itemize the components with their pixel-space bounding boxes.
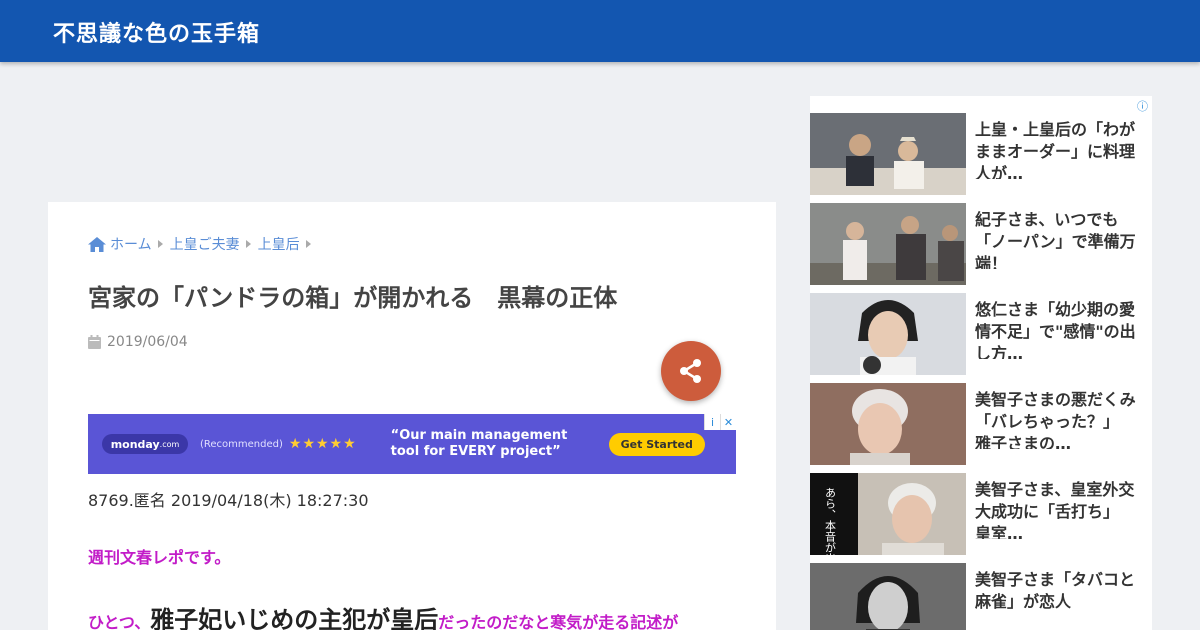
ad-controls: i ✕	[704, 414, 736, 430]
ad-headline: “Our main management tool for EVERY proj…	[390, 428, 568, 459]
recommendation-title: 美智子さま、皇室外交大成功に「舌打ち」 皇室…	[975, 480, 1135, 539]
breadcrumb-category[interactable]: 上皇ご夫妻	[170, 234, 240, 254]
recommendation-thumbnail	[810, 563, 966, 630]
comment-prefix: ひとつ、	[88, 613, 151, 630]
recommendation-thumbnail	[810, 293, 966, 375]
calendar-icon	[88, 335, 101, 349]
rating-stars-icon: ★★★★★	[288, 436, 357, 452]
ad-brand: monday	[110, 437, 160, 451]
comment-emphasis: 雅子妃いじめの主犯が皇后	[150, 606, 439, 630]
recommendation-item[interactable]: あら、本音が出ちゃったわ 美智子さま、皇室外交大成功に「舌打ち」 皇室…	[810, 473, 1152, 555]
comment-line: ひとつ、雅子妃いじめの主犯が皇后だったのだなと寒気が走る記述が	[88, 600, 678, 630]
comment-suffix: だったのだなと寒気が走る記述が	[438, 613, 679, 630]
sidebar-recommendations: ⓘ 上皇・上皇后の「わがままオーダー」に料理人が… 紀子さま、いつでも「ノーパン…	[810, 96, 1152, 630]
site-title-link[interactable]: 不思議な色の玉手箱	[53, 16, 260, 48]
post-date: 2019/06/04	[88, 334, 188, 350]
post-title: 宮家の「パンドラの箱」が開かれる 黒幕の正体	[88, 284, 618, 312]
close-icon[interactable]: ✕	[720, 414, 736, 430]
recommendation-thumbnail	[810, 383, 966, 465]
main-article: ホーム 上皇ご夫妻 上皇后 宮家の「パンドラの箱」が開かれる 黒幕の正体 201…	[48, 202, 776, 630]
recommendation-item[interactable]: 紀子さま、いつでも「ノーパン」で準備万端！	[810, 203, 1152, 285]
home-icon	[88, 236, 106, 252]
chevron-right-icon	[157, 240, 163, 248]
recommendation-title: 悠仁さま「幼少期の愛情不足」で"感情"の出し方…	[975, 300, 1136, 359]
chevron-right-icon	[305, 240, 311, 248]
breadcrumb-subcategory[interactable]: 上皇后	[258, 234, 300, 254]
comment-meta: 8769.匿名 2019/04/18(木) 18:27:30	[88, 491, 369, 510]
recommendation-title: 美智子さま「タバコと麻雀」が恋人	[975, 570, 1136, 611]
ad-brand-suffix: .com	[159, 439, 180, 449]
recommendation-title: 紀子さま、いつでも「ノーパン」で準備万端！	[975, 210, 1136, 269]
share-icon	[680, 359, 701, 383]
ad-recommended: (Recommended)	[200, 438, 283, 450]
recommendation-thumbnail: あら、本音が出ちゃったわ	[810, 473, 966, 555]
info-icon[interactable]: i	[704, 414, 720, 430]
comment-source: 週刊文春レポです。	[88, 548, 231, 567]
recommendation-item[interactable]: 美智子さまの悪だくみ「バレちゃった？」 雅子さまの…	[810, 383, 1152, 465]
thumbnail-overlay-text: あら、本音が出ちゃったわ	[824, 487, 837, 555]
share-button[interactable]	[661, 341, 721, 401]
ad-logo: monday .com	[102, 434, 188, 454]
adchoices-icon[interactable]: ⓘ	[1137, 98, 1148, 114]
recommendation-thumbnail	[810, 113, 966, 195]
breadcrumb-home-label: ホーム	[110, 237, 152, 253]
post-date-text: 2019/06/04	[107, 334, 188, 350]
breadcrumb-home[interactable]: ホーム	[88, 234, 152, 254]
ad-banner[interactable]: monday .com (Recommended) ★★★★★ “Our main…	[88, 414, 736, 474]
ad-cta-button[interactable]: Get Started	[608, 432, 705, 456]
recommendation-item[interactable]: 美智子さま「タバコと麻雀」が恋人	[810, 563, 1152, 630]
chevron-right-icon	[245, 240, 251, 248]
breadcrumb: ホーム 上皇ご夫妻 上皇后	[88, 234, 318, 254]
recommendation-item[interactable]: 悠仁さま「幼少期の愛情不足」で"感情"の出し方…	[810, 293, 1152, 375]
recommendation-item[interactable]: 上皇・上皇后の「わがままオーダー」に料理人が…	[810, 113, 1152, 195]
recommendation-title: 美智子さまの悪だくみ「バレちゃった？」 雅子さまの…	[975, 390, 1136, 449]
site-header: 不思議な色の玉手箱	[0, 0, 1200, 62]
recommendation-thumbnail	[810, 203, 966, 285]
recommendation-title: 上皇・上皇后の「わがままオーダー」に料理人が…	[975, 120, 1136, 179]
